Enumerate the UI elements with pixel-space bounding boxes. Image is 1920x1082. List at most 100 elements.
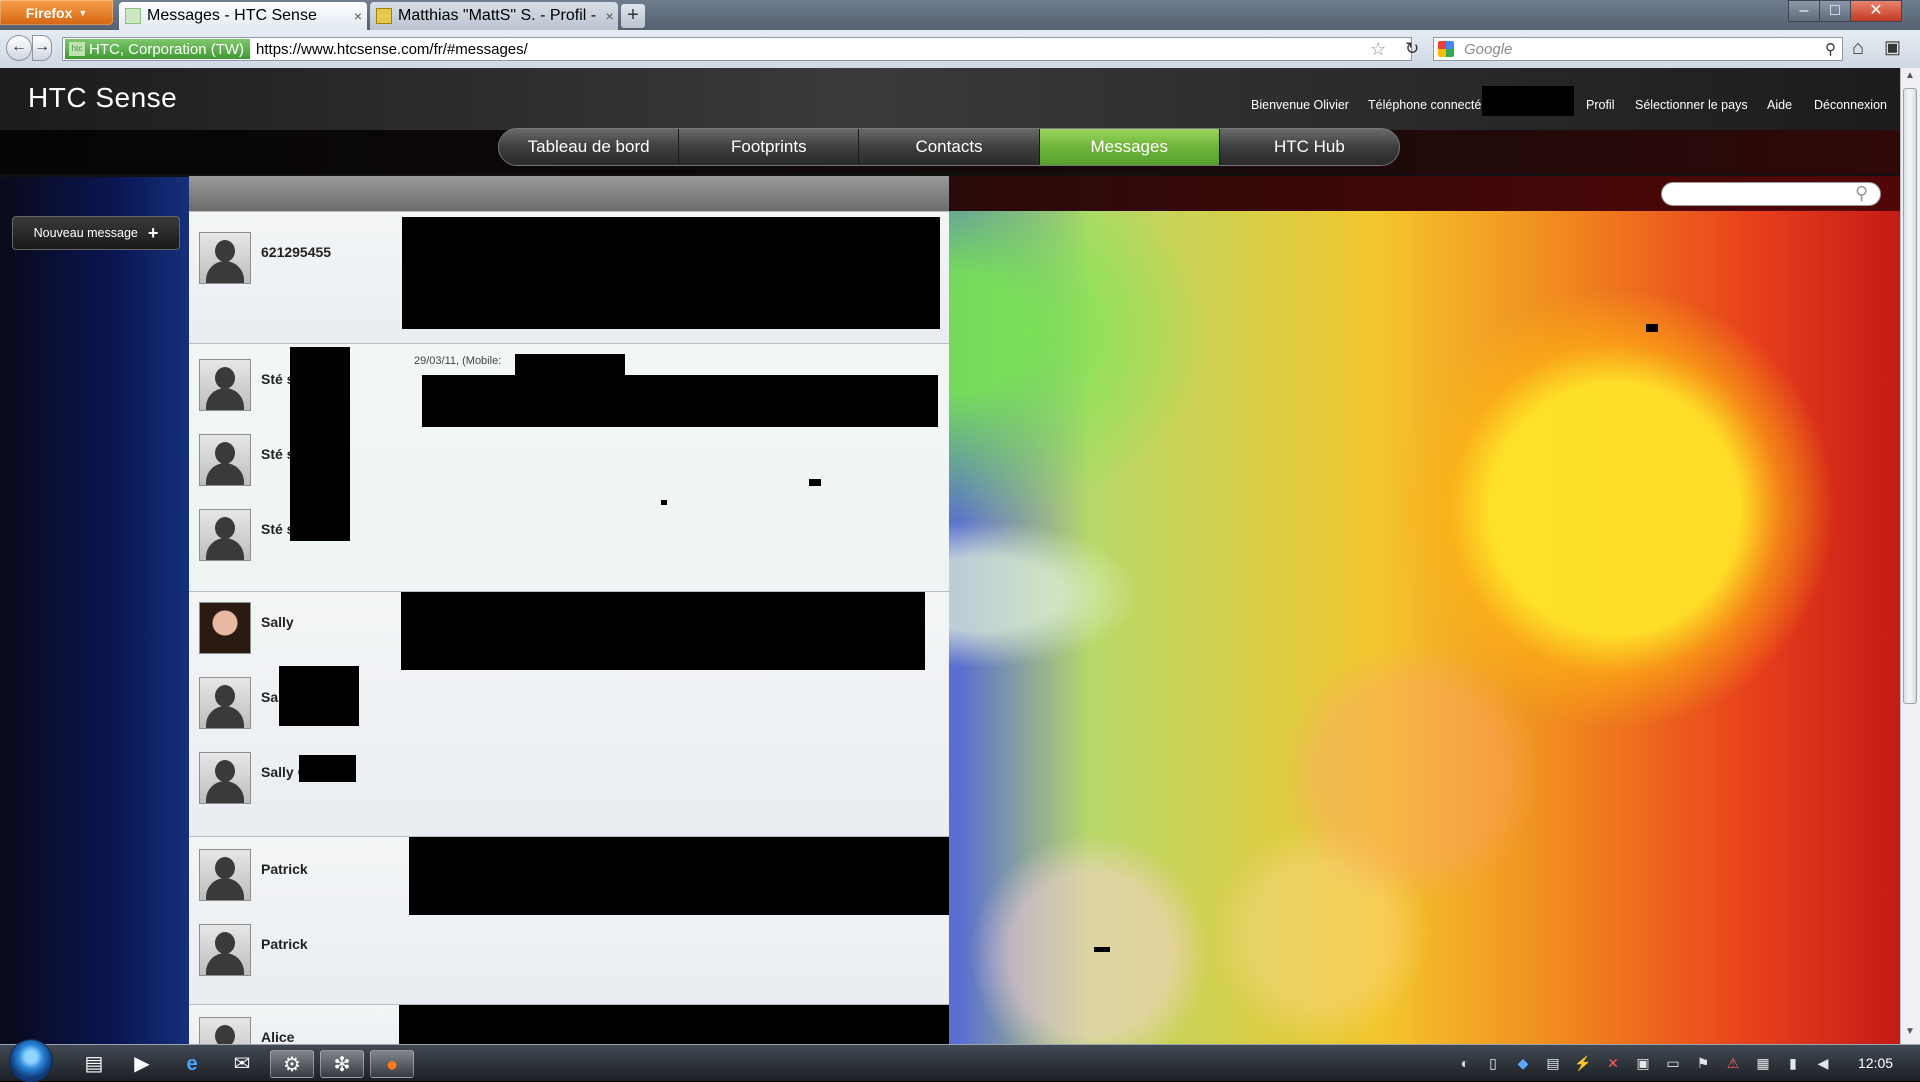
tray-icon[interactable]: ✕	[1604, 1054, 1622, 1072]
logout-link[interactable]: Déconnexion	[1814, 98, 1887, 112]
redacted-message	[399, 1005, 949, 1044]
minimize-window-button[interactable]: ‒	[1788, 0, 1820, 22]
tab-htc-hub[interactable]: HTC Hub	[1219, 129, 1399, 165]
contact-name: Patrick	[261, 936, 308, 952]
power-icon[interactable]: ▮	[1784, 1054, 1802, 1072]
htc-sense-logo[interactable]: HTC Sense	[28, 82, 177, 114]
tray-icon[interactable]: ▣	[1634, 1054, 1652, 1072]
contact-entry[interactable]: Sté s	[199, 509, 379, 569]
search-icon[interactable]: ⚲	[1825, 40, 1836, 58]
tab-contacts[interactable]: Contacts	[859, 129, 1040, 165]
redacted-name	[290, 347, 350, 541]
back-button[interactable]: ←	[6, 35, 32, 61]
tab-footprints[interactable]: Footprints	[679, 129, 860, 165]
tab-messages[interactable]: Messages	[1039, 129, 1220, 165]
tab-title: Matthias "MattS" S. - Profil - ...	[398, 7, 602, 24]
default-avatar-icon	[199, 677, 251, 729]
taskbar-clock[interactable]: 12:05	[1858, 1055, 1893, 1071]
message-search-input[interactable]	[1661, 182, 1881, 206]
addon-bar-icon[interactable]: ▣	[1884, 37, 1901, 58]
profile-link[interactable]: Profil	[1586, 98, 1614, 112]
redacted-phone-number	[1482, 86, 1574, 116]
redacted-name	[279, 666, 359, 726]
search-icon[interactable]: ⚲	[1855, 183, 1868, 204]
start-button-icon[interactable]	[10, 1040, 52, 1082]
scroll-down-arrow-icon[interactable]: ▼	[1900, 1026, 1920, 1037]
close-window-button[interactable]: ✕	[1850, 0, 1902, 22]
tray-icon[interactable]: ⚠	[1724, 1054, 1742, 1072]
contact-entry[interactable]: Sally	[199, 602, 379, 662]
bookmark-star-icon[interactable]: ☆	[1370, 39, 1386, 60]
close-tab-icon[interactable]: ×	[601, 8, 618, 24]
home-icon[interactable]: ⌂	[1852, 37, 1864, 60]
new-message-button[interactable]: Nouveau message +	[12, 216, 180, 250]
firefox-menu-button[interactable]: Firefox ▼	[0, 0, 113, 25]
tray-icon[interactable]: ⚡	[1574, 1054, 1592, 1072]
welcome-text: Bienvenue Olivier	[1251, 98, 1349, 112]
message-thread[interactable]: Sally Sal Sally C	[189, 591, 949, 836]
contact-name: Patrick	[261, 861, 308, 877]
redacted-mark	[809, 479, 821, 486]
firefox-menu-label: Firefox	[25, 4, 73, 21]
message-thread[interactable]: Patrick Patrick	[189, 836, 949, 1004]
redacted-message	[409, 837, 949, 915]
mail-taskbar-icon[interactable]: ✉	[220, 1050, 264, 1078]
search-placeholder: Google	[1464, 40, 1513, 58]
message-thread[interactable]: Sté s Sté s Sté s 29/03/11, (Mobile:	[189, 343, 949, 591]
contact-entry[interactable]: Sté s	[199, 434, 379, 494]
scrollbar-thumb[interactable]	[1903, 88, 1917, 704]
firefox-taskbar-icon[interactable]: ●	[370, 1050, 414, 1078]
contact-entry[interactable]: Sté s	[199, 359, 379, 419]
message-thread[interactable]: 621295455	[189, 211, 949, 343]
contact-entry[interactable]: Alice	[199, 1017, 379, 1044]
contact-entry[interactable]: Patrick	[199, 924, 379, 984]
maximize-window-button[interactable]: □	[1819, 0, 1851, 22]
redacted-message	[401, 592, 925, 670]
sync-taskbar-icon[interactable]: ❇	[320, 1050, 364, 1078]
browser-tab-messages[interactable]: Messages - HTC Sense ×	[119, 2, 367, 30]
tray-icon[interactable]: ◐	[1456, 1054, 1474, 1072]
default-avatar-icon	[199, 434, 251, 486]
main-nav-tabs: Tableau de bord Footprints Contacts Mess…	[498, 128, 1400, 166]
new-message-label: Nouveau message	[33, 226, 138, 240]
select-country-link[interactable]: Sélectionner le pays	[1635, 98, 1748, 112]
redacted-mark	[1094, 947, 1110, 952]
tray-icon[interactable]: ▭	[1664, 1054, 1682, 1072]
site-identity-badge[interactable]: htc HTC, Corporation (TW)	[65, 39, 251, 59]
contact-name: 621295455	[261, 244, 332, 260]
message-list-header	[189, 176, 949, 211]
action-center-flag-icon[interactable]: ⚑	[1694, 1054, 1712, 1072]
left-panel	[0, 174, 189, 1044]
connected-phone-label: Téléphone connecté	[1368, 98, 1482, 112]
contact-entry[interactable]: 621295455	[199, 232, 379, 292]
media-player-taskbar-icon[interactable]: ▶	[120, 1050, 164, 1078]
redacted-number	[515, 354, 625, 376]
tab-title: Messages - HTC Sense	[147, 7, 317, 24]
tray-icon[interactable]: ▤	[1544, 1054, 1562, 1072]
scroll-up-arrow-icon[interactable]: ▲	[1900, 70, 1920, 81]
forward-button[interactable]: →	[32, 35, 52, 61]
help-link[interactable]: Aide	[1767, 98, 1792, 112]
contact-entry[interactable]: Patrick	[199, 849, 379, 909]
contact-name: Alice	[261, 1029, 295, 1044]
explorer-taskbar-icon[interactable]: ▤	[72, 1050, 116, 1078]
google-engine-icon[interactable]	[1438, 41, 1454, 57]
url-text[interactable]: https://www.htcsense.com/fr/#messages/	[256, 41, 528, 58]
new-tab-button[interactable]: +	[621, 4, 645, 28]
message-thread[interactable]: Alice	[189, 1004, 949, 1044]
browser-tab-profile[interactable]: Matthias "MattS" S. - Profil - ... ×	[370, 2, 618, 30]
dropbox-tray-icon[interactable]: ◆	[1514, 1054, 1532, 1072]
app-taskbar-icon[interactable]: ⚙	[270, 1050, 314, 1078]
close-tab-icon[interactable]: ×	[349, 8, 367, 24]
network-icon[interactable]: ▦	[1754, 1054, 1772, 1072]
internet-explorer-taskbar-icon[interactable]: e	[170, 1050, 214, 1078]
forum-favicon-icon	[376, 8, 392, 24]
address-bar[interactable]: htc HTC, Corporation (TW) https://www.ht…	[62, 37, 1412, 61]
tray-icon[interactable]: ▯	[1484, 1054, 1502, 1072]
reload-icon[interactable]: ↻	[1405, 39, 1419, 59]
redacted-message	[402, 217, 940, 329]
browser-search-field[interactable]: Google ⚲	[1433, 37, 1843, 61]
redacted-mark	[661, 500, 667, 505]
tab-dashboard[interactable]: Tableau de bord	[499, 129, 680, 165]
volume-icon[interactable]: ◀	[1814, 1054, 1832, 1072]
